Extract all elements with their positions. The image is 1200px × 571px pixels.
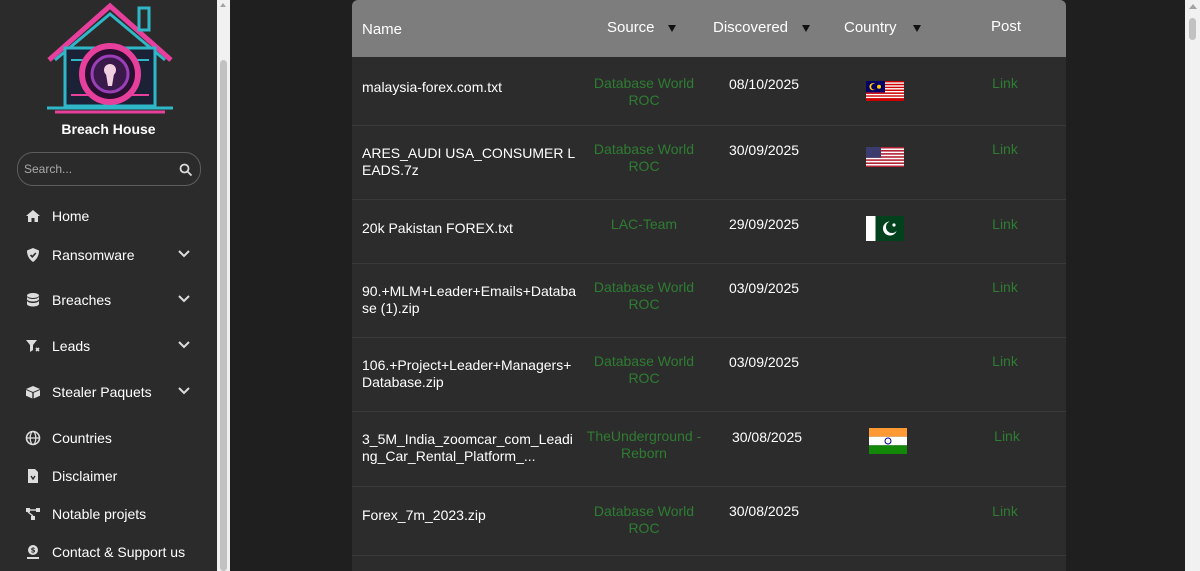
table-row: 106.+Project+Leader+Managers+Database.zi… [352, 338, 1066, 412]
sidebar-item-label: Ransomware [52, 247, 135, 263]
sidebar: Breach House Home Ransomware Breache [0, 0, 217, 571]
discovered-date: 30/08/2025 [731, 429, 803, 445]
scroll-up-arrow-icon[interactable] [220, 3, 226, 7]
source-link[interactable]: Database World ROC [579, 75, 709, 109]
sidebar-item-ransomware[interactable]: Ransomware [0, 240, 217, 270]
india-flag-icon [869, 428, 907, 454]
sidebar-scroll-thumb[interactable] [220, 60, 227, 571]
sidebar-item-label: Contact & Support us [52, 544, 186, 560]
page-scroll-thumb[interactable] [1189, 18, 1196, 40]
sidebar-item-label: Stealer Paquets [52, 384, 152, 400]
file-name: malaysia-forex.com.txt [362, 79, 503, 95]
box-icon [26, 386, 40, 399]
sidebar-item-notable-projets[interactable]: Notable projets [0, 499, 217, 529]
sidebar-item-stealer-paquets[interactable]: Stealer Paquets [0, 377, 217, 407]
sidebar-item-label: Leads [52, 338, 91, 354]
post-link[interactable]: Link [975, 353, 1035, 369]
file-name: ARES_AUDI USA_CONSUMER LEADS.7z [362, 145, 576, 178]
search-icon[interactable] [179, 163, 193, 177]
home-icon [26, 210, 40, 222]
page-scrollbar[interactable] [1185, 0, 1200, 571]
filter-icon [26, 340, 40, 352]
chevron-down-icon[interactable] [177, 249, 191, 259]
post-link[interactable]: Link [975, 503, 1035, 519]
table-header: Name Source Discovered Country Post [352, 0, 1066, 57]
source-link[interactable]: TheUnderground - Reborn [579, 428, 709, 462]
search-input[interactable] [24, 159, 174, 179]
sort-arrow-icon[interactable] [913, 25, 921, 32]
post-link[interactable]: Link [975, 279, 1035, 295]
sidebar-item-leads[interactable]: Leads [0, 331, 217, 361]
chevron-down-icon[interactable] [177, 340, 191, 350]
header-discovered[interactable]: Discovered [713, 19, 788, 36]
file-name: 3_5M_India_zoomcar_com_Leading_Car_Renta… [362, 431, 573, 464]
header-name[interactable]: Name [362, 21, 402, 38]
post-link[interactable]: Link [977, 428, 1037, 444]
leads-table: Name Source Discovered Country Post mala… [352, 0, 1066, 571]
file-name: Forex_7m_2023.zip [362, 507, 486, 523]
sidebar-item-label: Home [52, 208, 90, 224]
sort-arrow-icon[interactable] [668, 25, 676, 32]
malaysia-flag-icon [866, 81, 904, 101]
source-link[interactable]: Database World ROC [579, 503, 709, 537]
search-box [17, 152, 201, 186]
source-link[interactable]: LAC-Team [579, 216, 709, 233]
header-post: Post [991, 18, 1022, 35]
discovered-date: 03/09/2025 [728, 354, 800, 370]
table-row: 20k Pakistan FOREX.txt LAC-Team 29/09/20… [352, 200, 1066, 264]
discovered-date: 29/09/2025 [728, 216, 800, 232]
chevron-down-icon[interactable] [177, 294, 191, 304]
header-source[interactable]: Source [607, 19, 655, 36]
database-icon [27, 293, 39, 307]
chevron-down-icon[interactable] [177, 386, 191, 396]
scroll-up-arrow-icon[interactable] [1189, 4, 1197, 9]
table-row: ARES_AUDI USA_CONSUMER LEADS.7z Database… [352, 126, 1066, 200]
sidebar-item-home[interactable]: Home [0, 201, 217, 231]
sidebar-item-label: Countries [52, 430, 112, 446]
sidebar-item-label: Breaches [52, 292, 112, 308]
sidebar-item-countries[interactable]: Countries [0, 423, 217, 453]
discovered-date: 30/09/2025 [728, 142, 800, 158]
sidebar-item-label: Disclaimer [52, 468, 118, 484]
sort-arrow-icon[interactable] [802, 25, 810, 32]
brand-name: Breach House [61, 121, 156, 137]
network-icon [26, 508, 40, 520]
table-row: 3_5M_India_zoomcar_com_Leading_Car_Renta… [352, 412, 1066, 487]
table-row: 90.+MLM+Leader+Emails+Database (1).zip D… [352, 264, 1066, 338]
file-name: 106.+Project+Leader+Managers+Database.zi… [362, 357, 572, 390]
document-icon [28, 469, 38, 483]
discovered-date: 03/09/2025 [728, 280, 800, 296]
header-country[interactable]: Country [844, 19, 897, 36]
post-link[interactable]: Link [975, 75, 1035, 91]
globe-icon [25, 430, 41, 446]
shield-icon [27, 248, 39, 262]
sidebar-item-disclaimer[interactable]: Disclaimer [0, 461, 217, 491]
table-row: malaysia-forex.com.txt Database World RO… [352, 57, 1066, 126]
sidebar-scrollbar[interactable] [217, 0, 230, 571]
file-name: 20k Pakistan FOREX.txt [362, 220, 513, 236]
discovered-date: 08/10/2025 [728, 76, 800, 92]
post-link[interactable]: Link [975, 216, 1035, 232]
source-link[interactable]: Database World ROC [579, 353, 709, 387]
pakistan-flag-icon [866, 216, 904, 241]
discovered-date: 30/08/2025 [728, 503, 800, 519]
support-icon: $ [27, 545, 39, 559]
sidebar-item-contact-support[interactable]: $ Contact & Support us [0, 537, 217, 567]
sidebar-item-label: Notable projets [52, 506, 147, 522]
svg-text:$: $ [31, 547, 36, 555]
file-name: 90.+MLM+Leader+Emails+Database (1).zip [362, 283, 577, 316]
table-row: Forex_7m_2023.zip Database World ROC 30/… [352, 487, 1066, 556]
post-link[interactable]: Link [975, 141, 1035, 157]
source-link[interactable]: Database World ROC [579, 141, 709, 175]
source-link[interactable]: Database World ROC [579, 279, 709, 313]
sidebar-item-breaches[interactable]: Breaches [0, 285, 217, 315]
breach-house-logo[interactable] [43, 0, 177, 114]
usa-flag-icon [866, 147, 904, 167]
